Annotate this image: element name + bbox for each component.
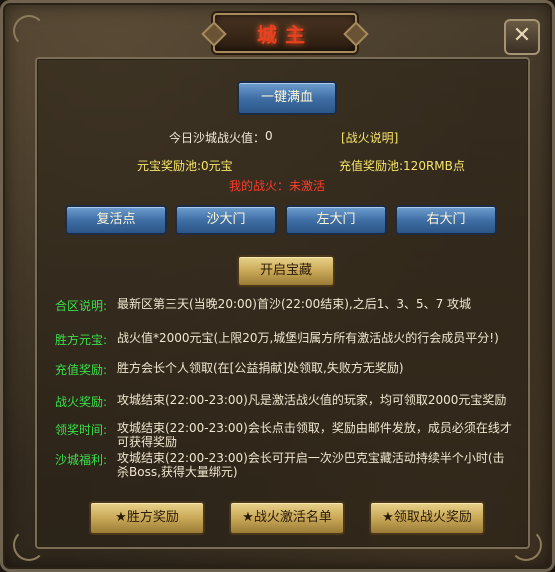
row-text-recharge: 胜方会长个人领取(在[公益捐献]处领取,失败方无奖励) <box>117 361 404 375</box>
winner-reward-button[interactable]: ★胜方奖励 <box>89 501 205 535</box>
gate-button-respawn[interactable]: 复活点 <box>65 205 167 235</box>
row-text-claim-time: 攻城结束(22:00-23:00)会长点击领取，奖励由邮件发放，成员必须在线才可… <box>117 421 512 449</box>
row-label-recharge: 充值奖励: <box>55 363 108 377</box>
row-text-merge: 最新区第三天(当晚20:00)首沙(22:00结束),之后1、3、5、7 攻城 <box>117 297 472 311</box>
gate-button-left[interactable]: 左大门 <box>285 205 387 235</box>
yuanbao-pool: 元宝奖励池:0元宝 <box>137 159 233 173</box>
claim-fire-reward-button[interactable]: ★领取战火奖励 <box>369 501 485 535</box>
gate-button-right[interactable]: 右大门 <box>395 205 497 235</box>
content-area: 一键满血 今日沙城战火值： 0 [战火说明] 元宝奖励池:0元宝 充值奖励池:1… <box>35 57 530 549</box>
recharge-pool: 充值奖励池:120RMB点 <box>339 159 465 173</box>
corner-ornament <box>13 15 45 47</box>
gate-button-main[interactable]: 沙大门 <box>175 205 277 235</box>
fire-value-label: 今日沙城战火值： <box>169 131 266 145</box>
row-label-fire-reward: 战火奖励: <box>55 395 108 409</box>
my-fire-status: 我的战火：未激活 <box>229 179 326 193</box>
fire-explain-link[interactable]: [战火说明] <box>341 129 398 146</box>
row-label-winner-yuanbao: 胜方元宝: <box>55 333 108 347</box>
city-lord-panel: 城主 ✕ 一键满血 今日沙城战火值： 0 [战火说明] 元宝奖励池:0元宝 充值… <box>0 0 555 572</box>
row-label-claim-time: 领奖时间: <box>55 423 108 437</box>
row-text-winner-yuanbao: 战火值*2000元宝(上限20万,城堡归属方所有激活战火的行会成员平分!) <box>117 331 499 345</box>
open-treasure-button[interactable]: 开启宝藏 <box>237 255 335 287</box>
close-button[interactable]: ✕ <box>504 19 540 55</box>
full-hp-button[interactable]: 一键满血 <box>237 81 337 115</box>
panel-title: 城主 <box>257 22 313 47</box>
title-plate: 城主 <box>213 13 357 53</box>
row-label-merge: 合区说明: <box>55 299 108 313</box>
row-text-fire-reward: 攻城结束(22:00-23:00)凡是激活战火值的玩家，均可领取2000元宝奖励 <box>117 393 507 407</box>
row-text-sand-welfare: 攻城结束(22:00-23:00)会长可开启一次沙巴克宝藏活动持续半个小时(击杀… <box>117 451 505 479</box>
close-icon: ✕ <box>512 23 532 48</box>
fire-value: 0 <box>265 129 273 143</box>
fire-activated-list-button[interactable]: ★战火激活名单 <box>229 501 345 535</box>
row-label-sand-welfare: 沙城福利: <box>55 453 108 467</box>
